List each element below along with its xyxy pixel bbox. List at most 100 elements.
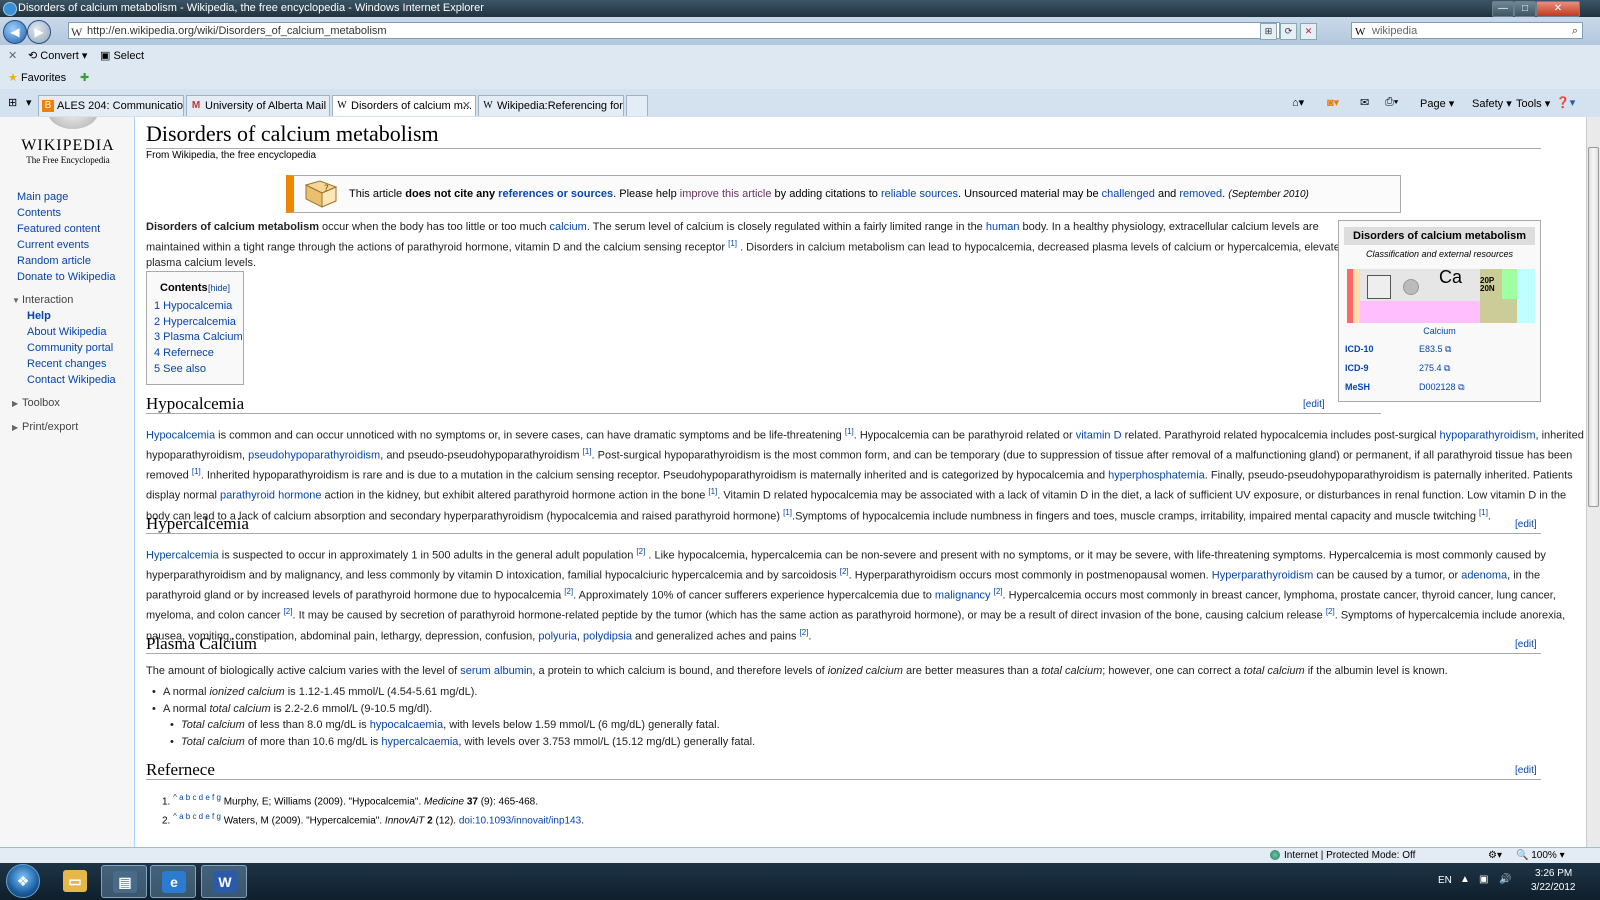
notice-link-removed[interactable]: removed (1179, 188, 1222, 200)
inline-link[interactable]: a b c d e f g (179, 812, 221, 821)
safety-menu[interactable]: Safety ▾ (1472, 97, 1512, 110)
taskbar-internet-explorer[interactable]: e (150, 865, 196, 898)
taskbar-explorer[interactable]: ▭ (52, 865, 98, 898)
search-icon[interactable]: ⌕ (1572, 23, 1578, 40)
windows-start-button[interactable]: ❖ (6, 864, 40, 898)
forward-button[interactable]: ▶ (27, 20, 51, 44)
inline-link[interactable]: parathyroid hormone (220, 490, 322, 502)
edit-link[interactable]: [edit] (1515, 765, 1537, 776)
edit-link[interactable]: [edit] (1303, 399, 1325, 410)
inline-link[interactable]: Hypercalcemia (146, 550, 219, 562)
sidebar-item-contact[interactable]: Contact Wikipedia (27, 374, 116, 386)
clock-date[interactable]: 3/22/2012 (1531, 882, 1576, 893)
wikipedia-logo[interactable]: WIKIPEDIA The Free Encyclopedia (18, 117, 128, 172)
inline-link[interactable]: malignancy (935, 590, 991, 602)
taskbar-word[interactable]: W (201, 865, 247, 898)
tab-list-icon[interactable]: ▾ (26, 96, 32, 109)
sidebar-print-export-heading[interactable]: ▶ Print/export (12, 421, 78, 433)
zoom-level[interactable]: 🔍 100% ▾ (1516, 850, 1565, 861)
refresh-button[interactable]: ⟳ (1280, 23, 1297, 40)
inline-link[interactable]: Hyperparathyroidism (1212, 570, 1313, 582)
citation-marker[interactable]: [1] (728, 239, 737, 248)
inline-link[interactable]: adenoma (1461, 570, 1507, 582)
tab-disorders-calcium[interactable]: W Disorders of calcium m... ✕ (332, 95, 476, 116)
sidebar-item-contents[interactable]: Contents (17, 207, 61, 219)
tab-wikipedia-referencing[interactable]: W Wikipedia:Referencing for ... (478, 95, 624, 116)
minimize-button[interactable]: — (1492, 1, 1514, 17)
citation-marker[interactable]: [1] (583, 447, 592, 456)
row-key[interactable]: ICD-10 (1345, 344, 1419, 354)
infobox-caption[interactable]: Calcium (1339, 326, 1540, 336)
inline-link[interactable]: polydipsia (583, 630, 632, 642)
address-input[interactable]: W http://en.wikipedia.org/wiki/Disorders… (68, 22, 1280, 39)
tab-ales[interactable]: B ALES 204: Communication... (38, 95, 184, 116)
add-favorite-icon[interactable]: ✚ (80, 71, 89, 84)
citation-marker[interactable]: [2] (994, 587, 1003, 596)
convert-button[interactable]: ⟲ Convert ▾ (28, 49, 87, 62)
sidebar-toolbox-heading[interactable]: ▶ Toolbox (12, 397, 60, 409)
row-value[interactable]: E83.5 (1419, 344, 1443, 354)
close-toolbar-icon[interactable]: ✕ (8, 49, 17, 62)
select-button[interactable]: ▣ Select (100, 49, 144, 62)
sidebar-item-featured-content[interactable]: Featured content (17, 223, 100, 235)
new-tab-button[interactable] (626, 95, 648, 116)
sidebar-item-random-article[interactable]: Random article (17, 255, 91, 267)
security-zone[interactable]: Internet | Protected Mode: Off (1270, 850, 1415, 861)
scrollbar-thumb[interactable] (1588, 147, 1599, 507)
sidebar-item-main-page[interactable]: Main page (17, 191, 68, 203)
sidebar-item-about[interactable]: About Wikipedia (27, 326, 107, 338)
row-value[interactable]: D002128 (1419, 382, 1456, 392)
inline-link[interactable]: Hypocalcemia (146, 430, 215, 442)
row-key[interactable]: MeSH (1345, 382, 1419, 392)
compatibility-view-icon[interactable]: ⊞ (1260, 23, 1277, 40)
citation-marker[interactable]: [2] (564, 587, 573, 596)
taskbar-network[interactable]: ▤ (101, 865, 147, 898)
citation-marker[interactable]: [2] (636, 547, 645, 556)
network-tray-icon[interactable]: ▣ (1479, 874, 1488, 885)
feeds-icon[interactable]: ◙▾ (1327, 96, 1339, 109)
edit-link[interactable]: [edit] (1515, 639, 1537, 650)
help-icon[interactable]: ❓▾ (1556, 96, 1575, 109)
tab-ualberta-mail[interactable]: M University of Alberta Mail -... (186, 95, 330, 116)
mail-icon[interactable]: ✉ (1360, 96, 1369, 109)
notice-link-reliable-sources[interactable]: reliable sources (881, 188, 958, 200)
citation-marker[interactable]: [1] (1479, 508, 1488, 517)
inline-link[interactable]: hypocalcaemia (370, 719, 443, 731)
inline-link[interactable]: human (986, 221, 1020, 233)
citation-marker[interactable]: [2] (284, 607, 293, 616)
toc-item-hypercalcemia[interactable]: 2 Hypercalcemia (154, 316, 236, 328)
citation-marker[interactable]: [2] (840, 567, 849, 576)
citation-marker[interactable]: [1] (783, 508, 792, 517)
volume-icon[interactable]: 🔊 (1499, 874, 1511, 885)
tools-menu[interactable]: Tools ▾ (1516, 97, 1550, 110)
favorites-button[interactable]: ★ Favorites (8, 71, 66, 84)
citation-marker[interactable]: [2] (800, 628, 809, 637)
inline-link[interactable]: serum albumin (460, 665, 532, 677)
citation-marker[interactable]: [1] (192, 467, 201, 476)
citation-marker[interactable]: ^ a b c d e f g (173, 793, 221, 802)
inline-link[interactable]: calcium (550, 221, 587, 233)
notice-link-challenged[interactable]: challenged (1102, 188, 1155, 200)
notice-link-improve[interactable]: improve this article (680, 188, 772, 200)
sidebar-item-current-events[interactable]: Current events (17, 239, 89, 251)
periodic-table-image[interactable]: Ca 20P 20N (1347, 267, 1535, 323)
citation-marker[interactable]: ^ a b c d e f g (173, 812, 221, 821)
quick-tabs-icon[interactable]: ⊞ (8, 96, 17, 109)
stop-button[interactable]: ✕ (1300, 23, 1317, 40)
row-key[interactable]: ICD-9 (1345, 363, 1419, 373)
inline-link[interactable]: hyperphosphatemia (1108, 470, 1205, 482)
inline-link[interactable]: hypoparathyroidism (1440, 430, 1536, 442)
sidebar-interaction-heading[interactable]: ▼ Interaction (12, 294, 73, 306)
inline-link[interactable]: pseudohypoparathyroidism (248, 450, 380, 462)
home-icon[interactable]: ⌂▾ (1292, 96, 1304, 109)
toc-item-refernece[interactable]: 4 Refernece (154, 347, 214, 359)
inline-link[interactable]: doi:10.1093/innovait/inp143 (459, 816, 581, 827)
inline-link[interactable]: vitamin D (1076, 430, 1122, 442)
sidebar-item-donate[interactable]: Donate to Wikipedia (17, 271, 115, 283)
toc-item-hypocalcemia[interactable]: 1 Hypocalcemia (154, 300, 232, 312)
vertical-scrollbar[interactable] (1586, 117, 1600, 847)
print-icon[interactable]: ⎙▾ (1385, 96, 1398, 109)
protected-mode-icon[interactable]: ⚙▾ (1488, 850, 1502, 861)
language-indicator[interactable]: EN (1438, 875, 1452, 886)
back-button[interactable]: ◀ (3, 20, 27, 44)
